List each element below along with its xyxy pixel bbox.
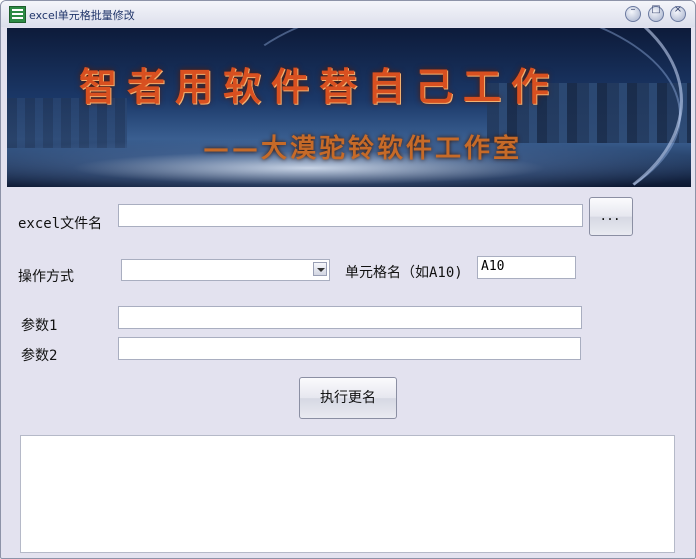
cell-label: 单元格名（如A10) bbox=[345, 265, 463, 281]
window-title: excel单元格批量修改 bbox=[29, 9, 135, 22]
chevron-down-icon[interactable] bbox=[313, 262, 327, 276]
minimize-icon: – bbox=[630, 4, 636, 15]
maximize-icon: □ bbox=[651, 4, 661, 15]
param1-label: 参数1 bbox=[21, 318, 58, 334]
file-label: excel文件名 bbox=[18, 216, 103, 232]
browse-button[interactable]: ... bbox=[589, 197, 633, 236]
output-textarea[interactable] bbox=[20, 435, 675, 553]
app-window: excel单元格批量修改 – □ × 智者用软件替自己工作 ——大漠驼铃软件工作… bbox=[0, 0, 696, 559]
file-path-input[interactable] bbox=[118, 204, 583, 227]
param2-label: 参数2 bbox=[21, 348, 58, 364]
execute-rename-button[interactable]: 执行更名 bbox=[299, 377, 397, 419]
close-button[interactable]: × bbox=[670, 4, 686, 22]
minimize-button[interactable]: – bbox=[625, 4, 641, 22]
excel-sheet-icon bbox=[9, 6, 26, 23]
banner-subtitle: ——大漠驼铃软件工作室 bbox=[203, 134, 523, 164]
param1-input[interactable] bbox=[118, 306, 582, 329]
title-bar[interactable]: excel单元格批量修改 – □ × bbox=[1, 1, 695, 27]
operation-select[interactable] bbox=[121, 259, 330, 281]
operation-label: 操作方式 bbox=[18, 269, 74, 285]
header-banner: 智者用软件替自己工作 ——大漠驼铃软件工作室 bbox=[7, 28, 691, 187]
maximize-button[interactable]: □ bbox=[648, 4, 664, 22]
param2-input[interactable] bbox=[118, 337, 581, 360]
banner-title: 智者用软件替自己工作 bbox=[79, 64, 560, 109]
close-icon: × bbox=[673, 4, 683, 15]
cell-name-input[interactable]: A10 bbox=[477, 256, 576, 279]
